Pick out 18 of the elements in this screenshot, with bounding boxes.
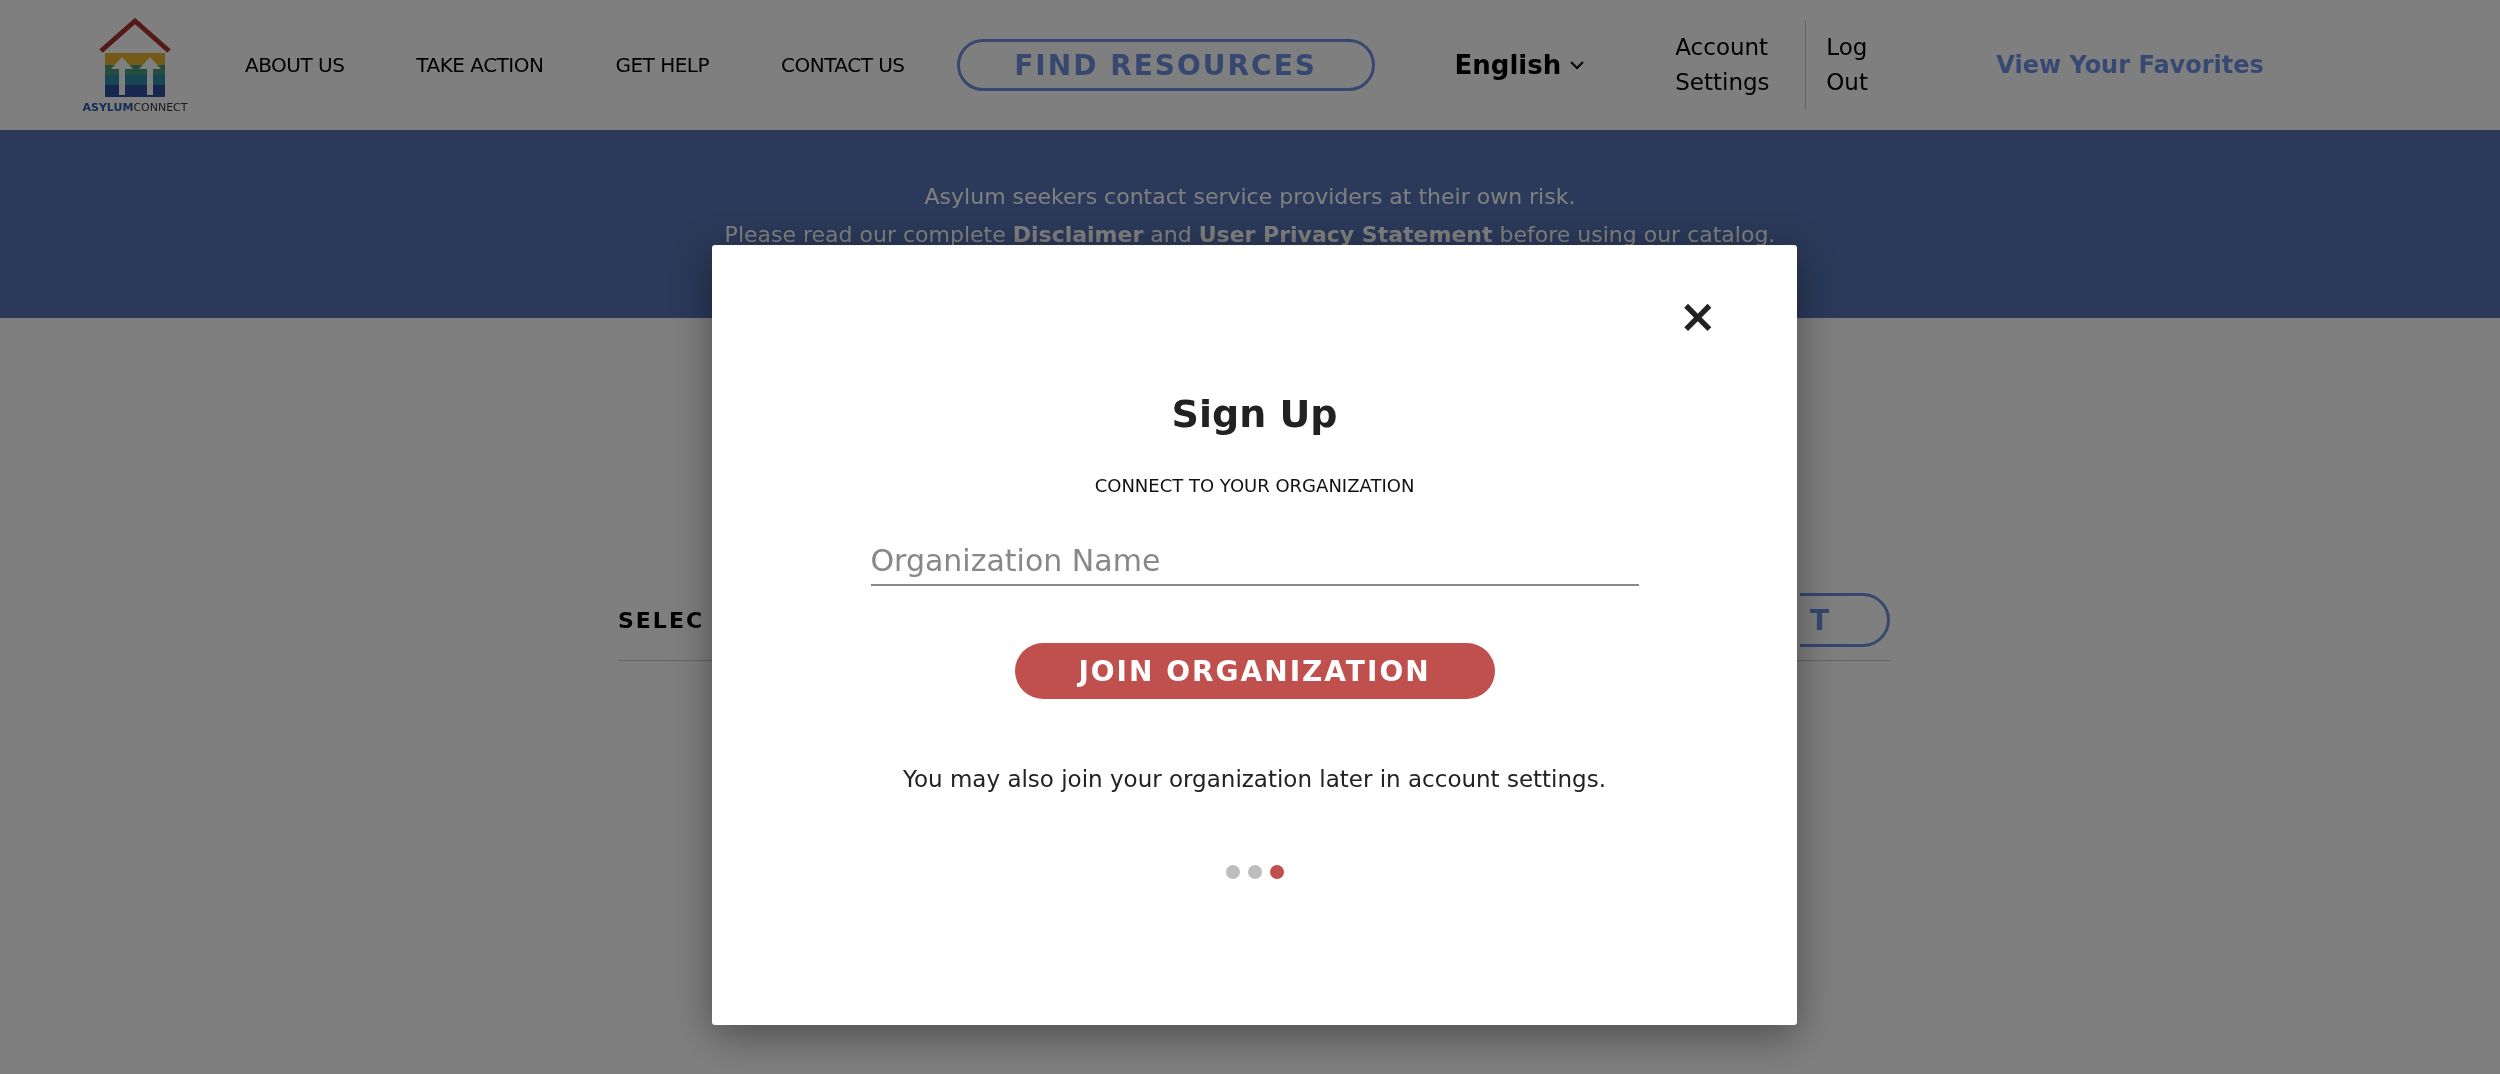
- house-logo-icon: [97, 16, 173, 99]
- nav-link[interactable]: GET HELP: [615, 53, 709, 77]
- log-out-link[interactable]: Log Out: [1826, 30, 1887, 100]
- section-heading: SELEC: [618, 607, 705, 633]
- logo-text: ASYLUMCONNECT: [82, 100, 188, 114]
- dialog-title: Sign Up: [1171, 392, 1338, 436]
- nav-link[interactable]: ABOUT US: [245, 53, 345, 77]
- language-dropdown[interactable]: English: [1454, 50, 1586, 80]
- chevron-down-icon: [1569, 60, 1586, 70]
- disclaimer-text: Please read our complete Disclaimer and User Privacy Statement before using our catalog.: [724, 221, 1776, 249]
- join-organization-button[interactable]: JOIN ORGANIZATION: [1014, 643, 1495, 699]
- account-settings-link[interactable]: Account Settings: [1675, 30, 1826, 100]
- nav-link[interactable]: CONTACT US: [781, 53, 905, 77]
- dialog-subtitle: CONNECT TO YOUR ORGANIZATION: [1094, 475, 1415, 496]
- disclaimer-text: Asylum seekers contact service providers at their own risk.: [924, 183, 1576, 211]
- nav-link[interactable]: TAKE ACTION: [416, 53, 544, 77]
- dialog-note: You may also join your organization later in account settings.: [903, 766, 1606, 792]
- close-button[interactable]: ×: [1678, 293, 1717, 339]
